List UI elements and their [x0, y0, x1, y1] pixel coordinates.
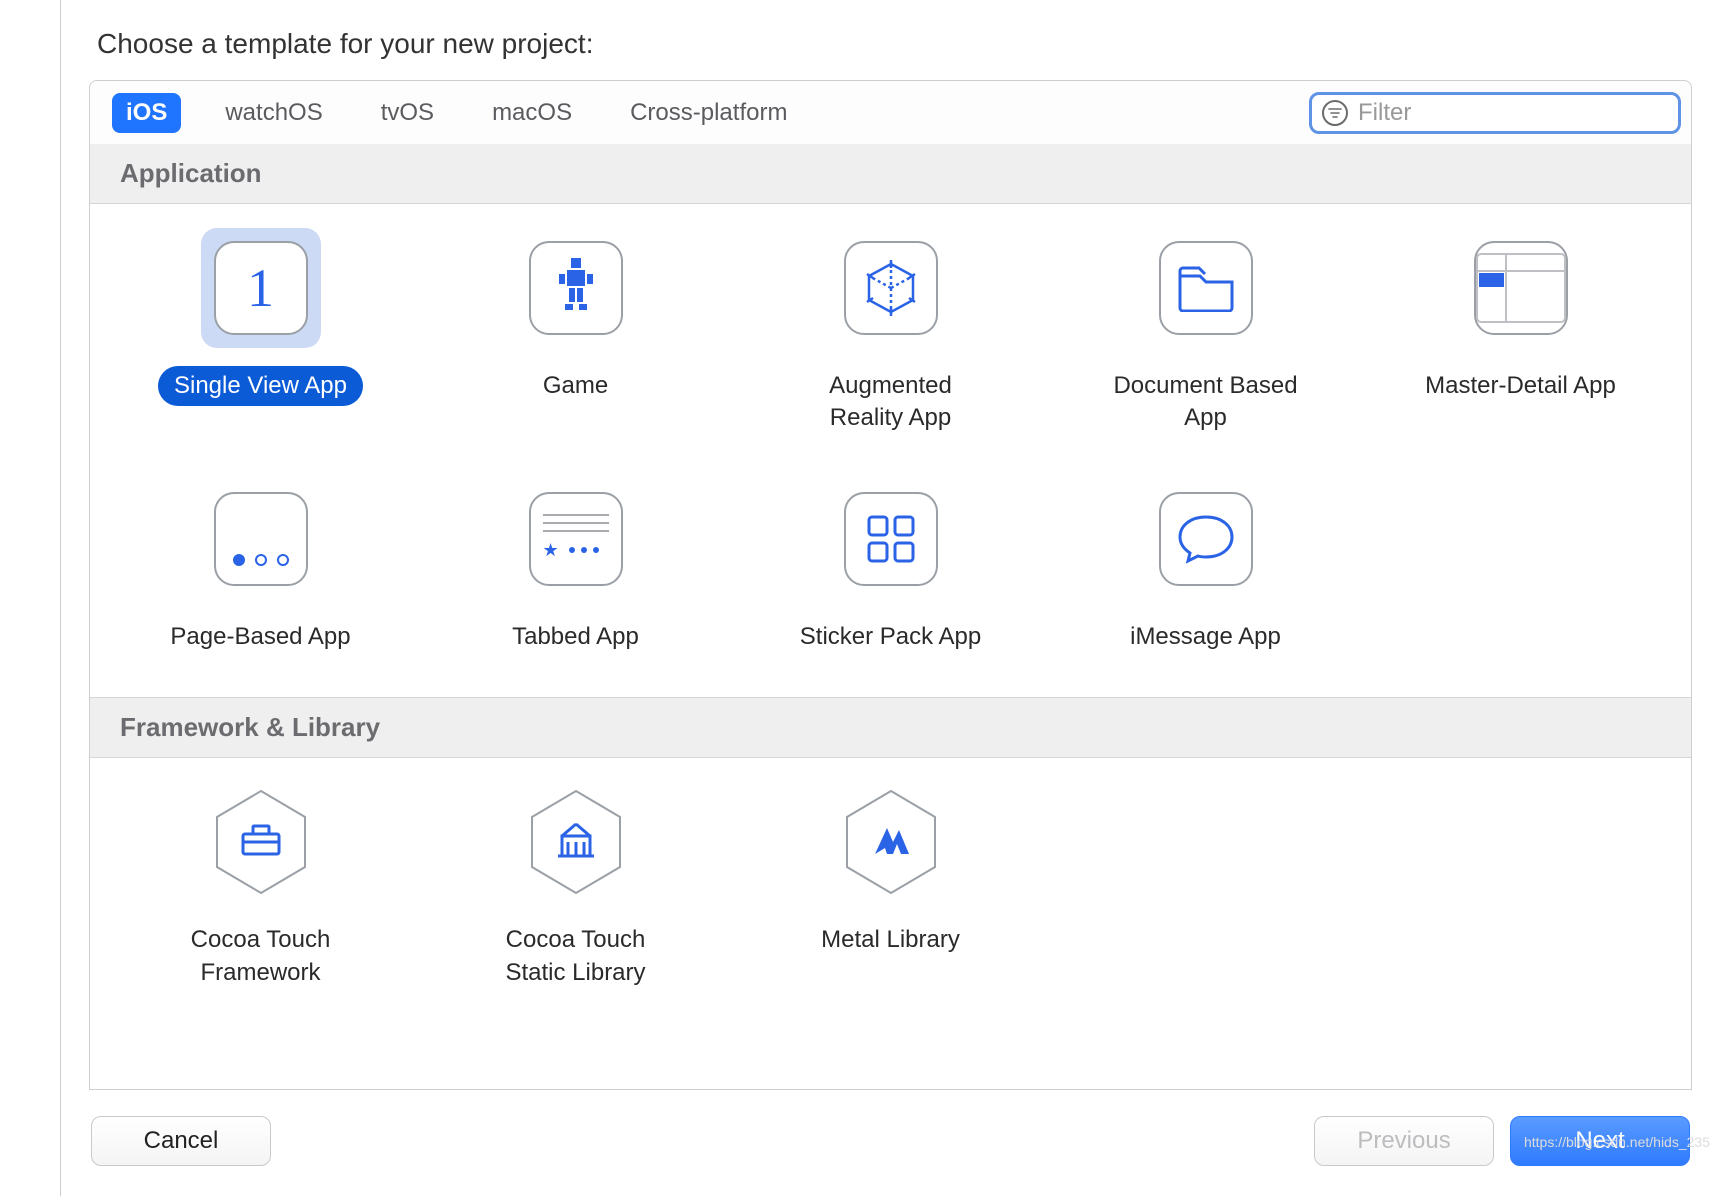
filter-icon	[1322, 100, 1348, 126]
section-header: Application	[90, 144, 1691, 204]
template-label: Cocoa Touch Static Library	[461, 920, 691, 993]
template-label: Metal Library	[805, 920, 976, 960]
template-game[interactable]: Game	[423, 228, 728, 439]
metal-icon	[831, 782, 951, 902]
template-framework[interactable]: Cocoa Touch Framework	[108, 782, 413, 993]
template-label: Sticker Pack App	[784, 617, 997, 657]
template-label: Cocoa Touch Framework	[146, 920, 376, 993]
tab-watchos[interactable]: watchOS	[211, 93, 336, 133]
section-header: Framework & Library	[90, 697, 1691, 758]
template-label: Augmented Reality App	[776, 366, 1006, 439]
filter-input[interactable]	[1358, 99, 1668, 127]
single-view-icon: 1	[201, 228, 321, 348]
tab-crossplatform[interactable]: Cross-platform	[616, 93, 801, 133]
static-lib-icon	[516, 782, 636, 902]
platform-tabbar: iOS watchOS tvOS macOS Cross-platform	[89, 80, 1692, 144]
game-icon	[516, 228, 636, 348]
document-icon	[1146, 228, 1266, 348]
template-tabbed[interactable]: ★ Tabbed App	[423, 479, 728, 657]
template-label: Game	[527, 366, 624, 406]
new-project-sheet: Choose a template for your new project: …	[60, 0, 1720, 1196]
sticker-icon	[831, 479, 951, 599]
template-label: Master-Detail App	[1409, 366, 1632, 406]
template-master-detail[interactable]: Master-Detail App	[1368, 228, 1673, 439]
template-imessage[interactable]: iMessage App	[1053, 479, 1358, 657]
template-document[interactable]: Document Based App	[1053, 228, 1358, 439]
template-label: Page-Based App	[154, 617, 366, 657]
filter-field[interactable]	[1309, 92, 1681, 134]
template-single-view[interactable]: 1 Single View App	[108, 228, 413, 439]
master-detail-icon	[1461, 228, 1581, 348]
tab-tvos[interactable]: tvOS	[367, 93, 448, 133]
framework-icon	[201, 782, 321, 902]
tab-ios[interactable]: iOS	[112, 93, 181, 133]
template-list: Application 1 Single View App Game Augmented…	[89, 144, 1692, 1090]
dialog-title: Choose a template for your new project:	[61, 0, 1720, 80]
template-sticker[interactable]: Sticker Pack App	[738, 479, 1043, 657]
previous-button: Previous	[1314, 1116, 1494, 1166]
cancel-button[interactable]: Cancel	[91, 1116, 271, 1166]
dialog-footer: Cancel Previous Next	[61, 1090, 1720, 1196]
page-based-icon	[201, 479, 321, 599]
template-page-based[interactable]: Page-Based App	[108, 479, 413, 657]
watermark: https://blog.csdn.net/hids_235	[1524, 1134, 1710, 1150]
imessage-icon	[1146, 479, 1266, 599]
tab-macos[interactable]: macOS	[478, 93, 586, 133]
template-label: Document Based App	[1091, 366, 1321, 439]
template-label: Single View App	[158, 366, 363, 406]
tabbed-icon: ★	[516, 479, 636, 599]
ar-icon	[831, 228, 951, 348]
template-metal[interactable]: Metal Library	[738, 782, 1043, 993]
template-label: Tabbed App	[496, 617, 655, 657]
template-label: iMessage App	[1114, 617, 1297, 657]
template-static-lib[interactable]: Cocoa Touch Static Library	[423, 782, 728, 993]
template-ar[interactable]: Augmented Reality App	[738, 228, 1043, 439]
